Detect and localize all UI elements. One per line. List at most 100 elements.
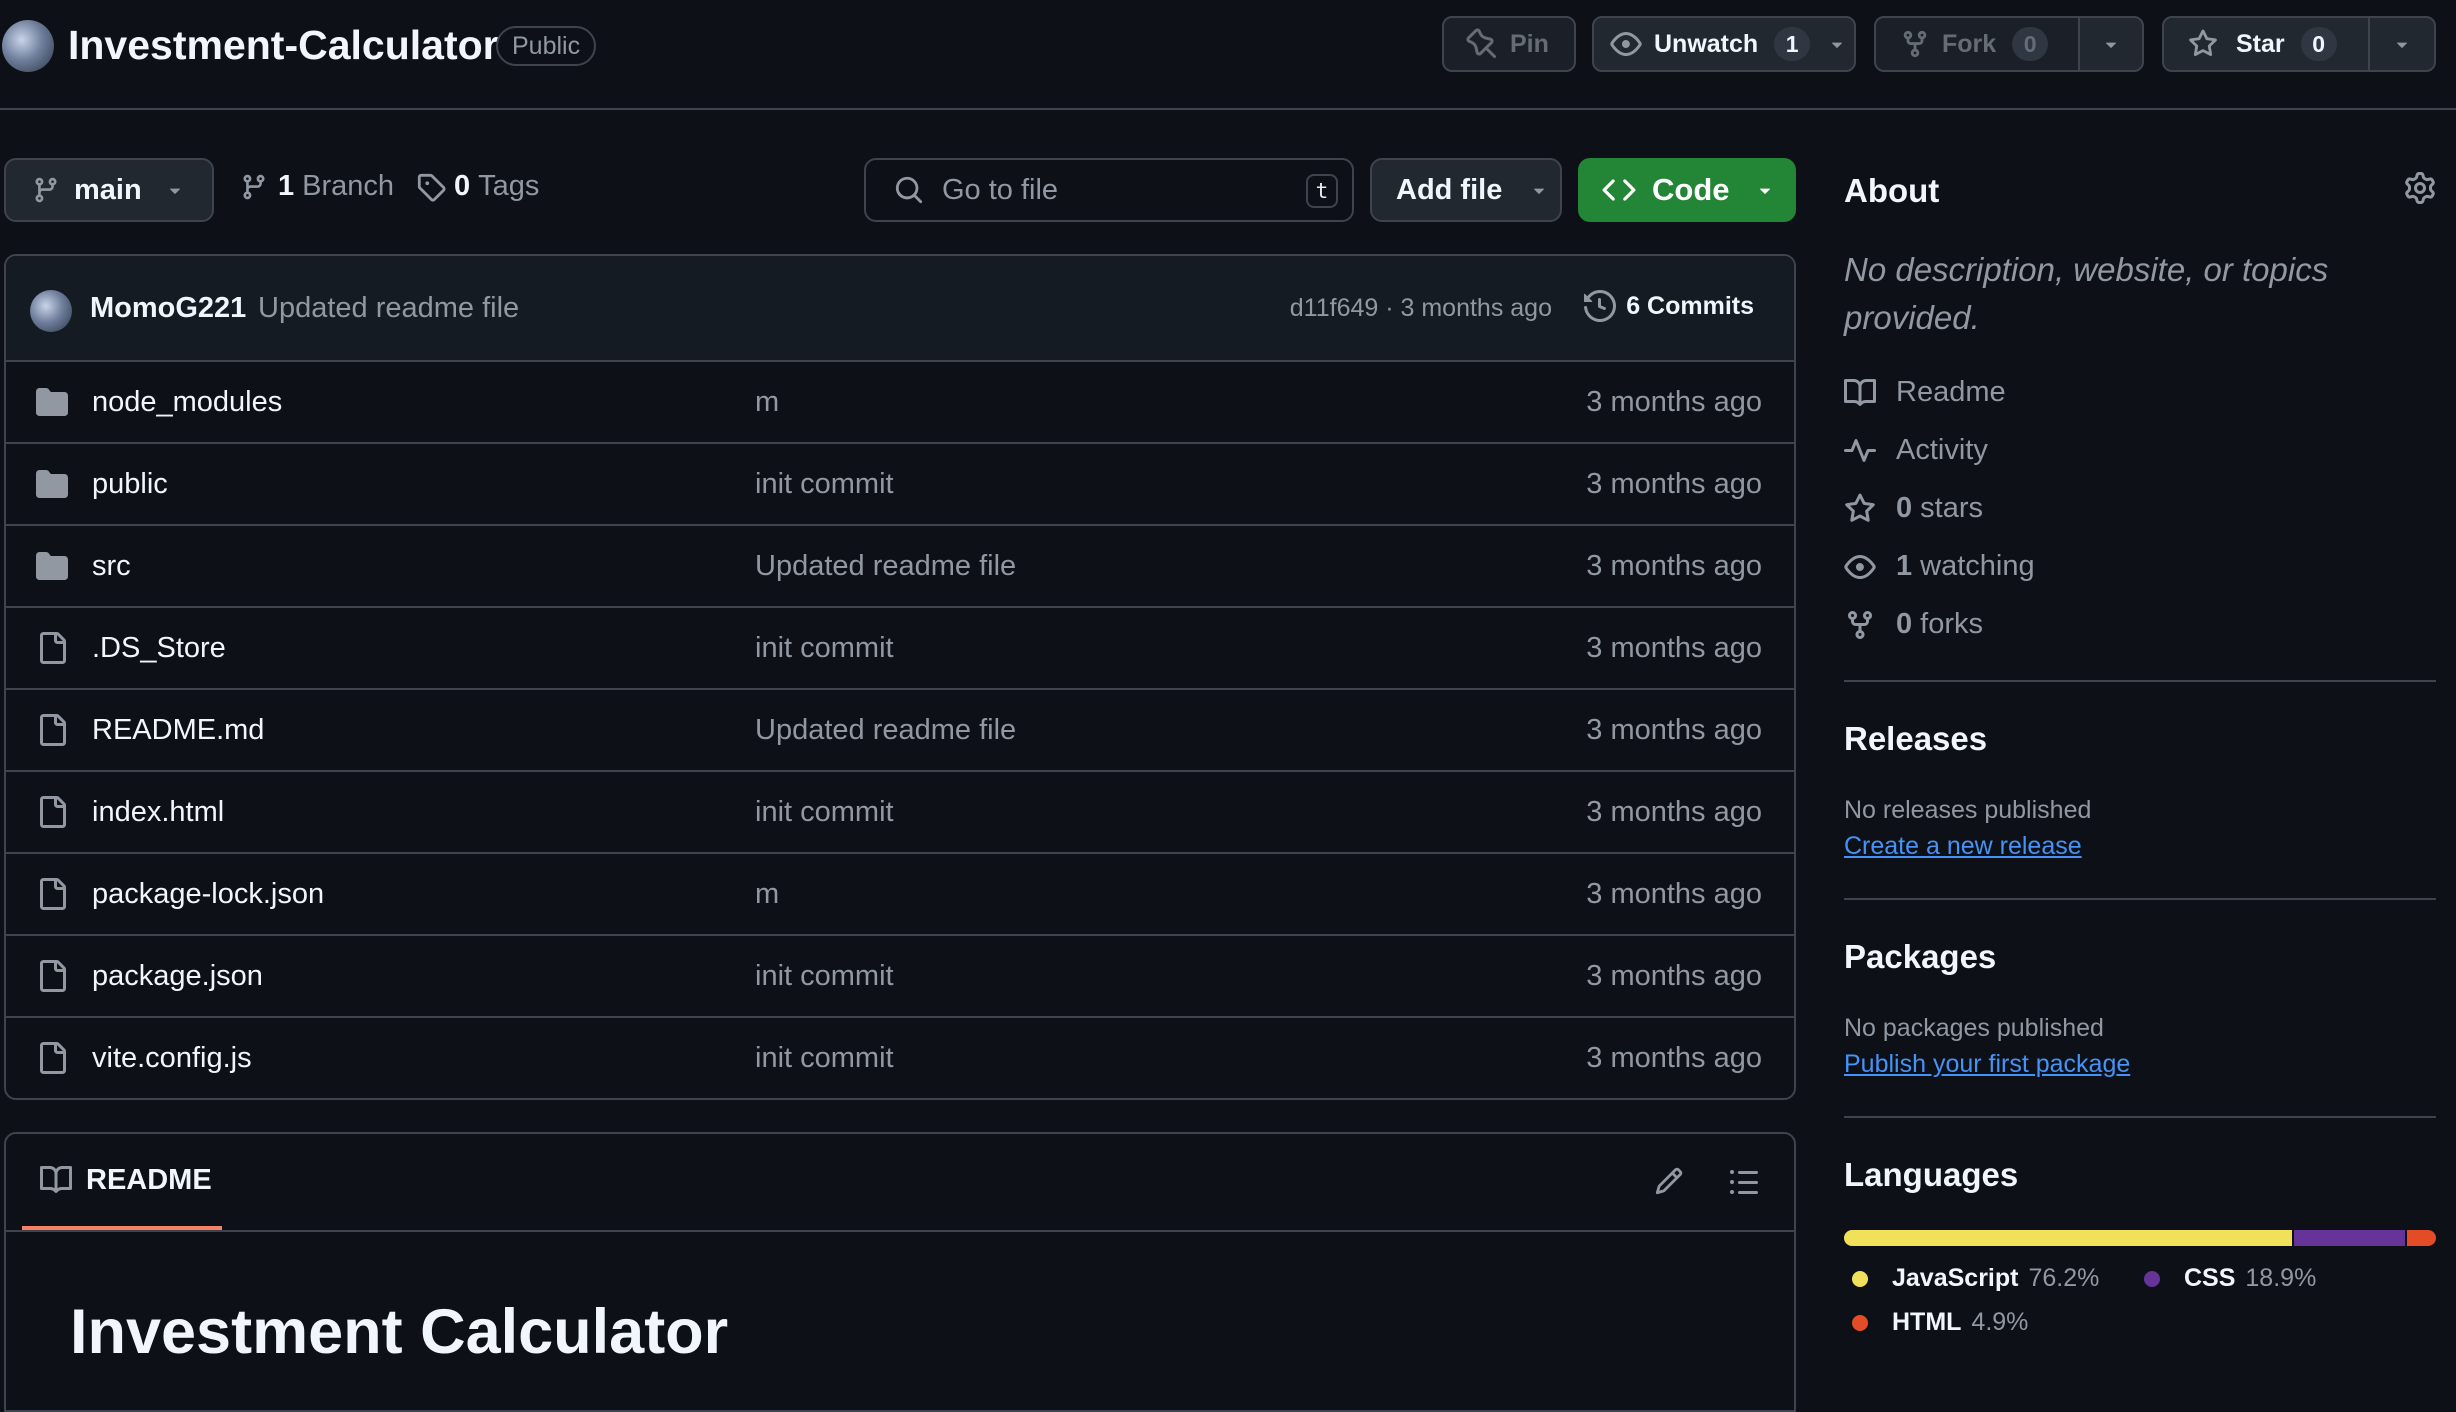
language-bar-segment	[1844, 1230, 2293, 1246]
about-watching-link[interactable]: 1 watching	[1844, 550, 2035, 583]
language-color-dot	[1852, 1314, 1868, 1331]
caret-down-icon	[2396, 42, 2408, 48]
fork-icon	[1848, 610, 1872, 639]
unwatch-button[interactable]: Unwatch 1	[1592, 16, 1856, 72]
file-commit-message[interactable]: m	[755, 878, 779, 911]
language-html[interactable]: HTML 4.9%	[1852, 1308, 2028, 1337]
file-row[interactable]: README.md Updated readme file 3 months a…	[6, 690, 1794, 772]
releases-title[interactable]: Releases	[1844, 720, 1987, 758]
list-icon[interactable]	[1728, 1166, 1760, 1198]
packages-title[interactable]: Packages	[1844, 938, 1996, 976]
about-activity-link[interactable]: Activity	[1844, 434, 1988, 467]
about-forks-link[interactable]: 0 forks	[1844, 608, 1983, 641]
forks-label: forks	[1920, 608, 1983, 640]
fork-button[interactable]: Fork 0	[1874, 16, 2080, 72]
go-to-file-input[interactable]: Go to file t	[864, 158, 1354, 222]
add-file-label: Add file	[1396, 173, 1503, 206]
file-name[interactable]: public	[92, 468, 168, 501]
file-row[interactable]: public init commit 3 months ago	[6, 444, 1794, 526]
commits-link[interactable]: 6 Commits	[1584, 290, 1754, 322]
commit-message[interactable]: Updated readme file	[258, 292, 519, 325]
code-icon	[1602, 179, 1636, 201]
file-row[interactable]: package.json init commit 3 months ago	[6, 936, 1794, 1018]
readme-panel: README Investment Calculator	[4, 1132, 1796, 1412]
language-css[interactable]: CSS 18.9%	[2144, 1264, 2316, 1293]
file-commit-message[interactable]: init commit	[755, 632, 894, 665]
language-name: HTML	[1892, 1308, 1962, 1336]
about-readme-link[interactable]: Readme	[1844, 376, 2006, 409]
file-commit-date: 3 months ago	[1586, 468, 1762, 500]
language-name: CSS	[2184, 1264, 2236, 1292]
file-name[interactable]: vite.config.js	[92, 1042, 252, 1075]
file-row[interactable]: node_modules m 3 months ago	[6, 362, 1794, 444]
file-name[interactable]: .DS_Store	[92, 632, 226, 665]
file-name[interactable]: index.html	[92, 796, 224, 829]
latest-commit-bar: MomoG221 Updated readme file d11f649 · 3…	[6, 256, 1794, 362]
add-file-button[interactable]: Add file	[1370, 158, 1562, 222]
language-color-dot	[1852, 1270, 1868, 1287]
file-name[interactable]: src	[92, 550, 131, 583]
star-icon	[1845, 493, 1875, 522]
readme-tab-label: README	[86, 1163, 212, 1196]
branch-selector[interactable]: main	[4, 158, 214, 222]
watching-count: 1	[1896, 550, 1913, 582]
pin-button[interactable]: Pin	[1442, 16, 1576, 72]
file-commit-message[interactable]: init commit	[755, 796, 894, 829]
eye-icon	[1610, 32, 1642, 56]
eye-icon	[1844, 554, 1876, 579]
file-commit-message[interactable]: init commit	[755, 468, 894, 501]
file-commit-message[interactable]: Updated readme file	[755, 714, 1016, 747]
caret-down-icon	[2105, 42, 2117, 48]
language-percent: 4.9%	[1971, 1308, 2029, 1336]
owner-avatar[interactable]	[2, 20, 54, 72]
sidebar-divider	[1844, 1116, 2436, 1118]
tab-readme[interactable]: README	[22, 1134, 222, 1230]
file-row[interactable]: vite.config.js init commit 3 months ago	[6, 1018, 1794, 1098]
about-description: No description, website, or topics provi…	[1844, 251, 2329, 336]
commit-author[interactable]: MomoG221	[90, 292, 246, 325]
visibility-badge: Public	[496, 26, 597, 66]
file-commit-message[interactable]: Updated readme file	[755, 550, 1016, 583]
repo-name[interactable]: Investment-Calculator	[68, 20, 499, 70]
pencil-icon[interactable]	[1654, 1166, 1684, 1196]
fork-menu-button[interactable]	[2078, 16, 2144, 72]
packages-note: No packages published	[1844, 1014, 2104, 1042]
branches-link[interactable]: 1 Branch	[240, 170, 394, 203]
code-button[interactable]: Code	[1578, 158, 1796, 222]
commit-meta[interactable]: d11f649 · 3 months ago	[1290, 294, 1552, 323]
stars-count: 0	[1896, 492, 1913, 524]
go-to-file-placeholder: Go to file	[942, 173, 1059, 206]
gear-icon[interactable]	[2404, 172, 2436, 204]
file-row[interactable]: src Updated readme file 3 months ago	[6, 526, 1794, 608]
pulse-icon	[1844, 438, 1876, 462]
file-commit-message[interactable]: m	[755, 386, 779, 419]
file-row[interactable]: package-lock.json m 3 months ago	[6, 854, 1794, 936]
languages-title: Languages	[1844, 1156, 2019, 1193]
file-commit-date: 3 months ago	[1586, 550, 1762, 582]
file-name[interactable]: node_modules	[92, 386, 282, 419]
create-release-link[interactable]: Create a new release	[1844, 832, 2082, 861]
file-table: MomoG221 Updated readme file d11f649 · 3…	[4, 254, 1796, 1100]
file-commit-date: 3 months ago	[1586, 796, 1762, 828]
file-commit-message[interactable]: init commit	[755, 960, 894, 993]
file-icon	[36, 796, 68, 828]
file-name[interactable]: package-lock.json	[92, 878, 324, 911]
file-commit-message[interactable]: init commit	[755, 1042, 894, 1075]
star-button[interactable]: Star 0	[2162, 16, 2370, 72]
star-menu-button[interactable]	[2368, 16, 2436, 72]
author-avatar[interactable]	[30, 290, 72, 332]
file-row[interactable]: .DS_Store init commit 3 months ago	[6, 608, 1794, 690]
unwatch-label: Unwatch	[1654, 29, 1759, 58]
language-javascript[interactable]: JavaScript 76.2%	[1852, 1264, 2099, 1293]
star-count: 0	[2300, 27, 2337, 61]
tags-link[interactable]: 0 Tags	[416, 170, 539, 203]
about-stars-link[interactable]: 0 stars	[1844, 492, 1983, 525]
folder-icon	[36, 550, 68, 582]
file-name[interactable]: README.md	[92, 714, 264, 747]
file-commit-date: 3 months ago	[1586, 960, 1762, 992]
file-commit-date: 3 months ago	[1586, 714, 1762, 746]
publish-package-link[interactable]: Publish your first package	[1844, 1050, 2130, 1079]
file-commit-date: 3 months ago	[1586, 632, 1762, 664]
file-row[interactable]: index.html init commit 3 months ago	[6, 772, 1794, 854]
file-name[interactable]: package.json	[92, 960, 263, 993]
